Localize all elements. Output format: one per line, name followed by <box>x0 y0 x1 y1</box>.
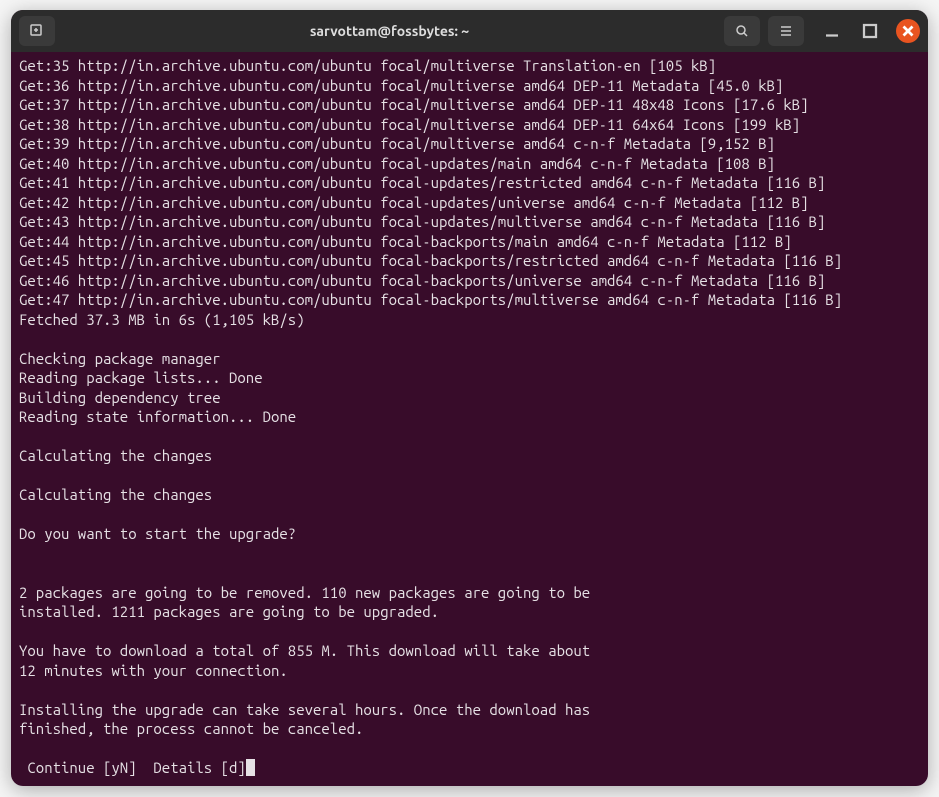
cursor <box>246 759 255 776</box>
terminal-line: Get:46 http://in.archive.ubuntu.com/ubun… <box>19 272 825 289</box>
terminal-line: Checking package manager <box>19 350 221 367</box>
terminal-line: Get:40 http://in.archive.ubuntu.com/ubun… <box>19 155 775 172</box>
terminal-line: You have to download a total of 855 M. T… <box>19 642 590 659</box>
window-controls <box>820 19 920 43</box>
terminal-line: Get:43 http://in.archive.ubuntu.com/ubun… <box>19 213 825 230</box>
menu-button[interactable] <box>768 16 804 46</box>
search-icon <box>734 23 750 39</box>
minimize-icon <box>820 19 844 43</box>
terminal-line: Get:39 http://in.archive.ubuntu.com/ubun… <box>19 135 775 152</box>
terminal-output[interactable]: Get:35 http://in.archive.ubuntu.com/ubun… <box>11 52 928 786</box>
terminal-line: Fetched 37.3 MB in 6s (1,105 kB/s) <box>19 311 305 328</box>
terminal-line: Building dependency tree <box>19 389 221 406</box>
terminal-line: 12 minutes with your connection. <box>19 662 288 679</box>
terminal-line: Get:38 http://in.archive.ubuntu.com/ubun… <box>19 116 800 133</box>
search-button[interactable] <box>724 16 760 46</box>
terminal-line: Get:45 http://in.archive.ubuntu.com/ubun… <box>19 252 842 269</box>
terminal-line: Get:36 http://in.archive.ubuntu.com/ubun… <box>19 77 783 94</box>
minimize-button[interactable] <box>820 19 844 43</box>
terminal-line: 2 packages are going to be removed. 110 … <box>19 584 590 601</box>
terminal-prompt: Continue [yN] Details [d] <box>19 759 246 776</box>
terminal-line: Installing the upgrade can take several … <box>19 701 590 718</box>
terminal-line: Get:42 http://in.archive.ubuntu.com/ubun… <box>19 194 809 211</box>
hamburger-icon <box>778 23 794 39</box>
terminal-line: Get:47 http://in.archive.ubuntu.com/ubun… <box>19 291 842 308</box>
terminal-line: Reading state information... Done <box>19 408 296 425</box>
close-button[interactable] <box>896 19 920 43</box>
terminal-line: Calculating the changes <box>19 486 212 503</box>
terminal-line: Get:41 http://in.archive.ubuntu.com/ubun… <box>19 174 825 191</box>
terminal-line: Calculating the changes <box>19 447 212 464</box>
new-tab-icon <box>29 23 45 39</box>
terminal-line: Get:35 http://in.archive.ubuntu.com/ubun… <box>19 57 716 74</box>
terminal-line: Get:37 http://in.archive.ubuntu.com/ubun… <box>19 96 809 113</box>
terminal-window: sarvottam@fossbytes: ~ <box>11 10 928 786</box>
terminal-line: Do you want to start the upgrade? <box>19 525 296 542</box>
terminal-line: installed. 1211 packages are going to be… <box>19 603 439 620</box>
titlebar: sarvottam@fossbytes: ~ <box>11 10 928 52</box>
terminal-line: Reading package lists... Done <box>19 369 263 386</box>
close-icon <box>896 19 920 43</box>
new-tab-button[interactable] <box>19 16 55 46</box>
terminal-line: finished, the process cannot be canceled… <box>19 720 363 737</box>
maximize-icon <box>858 19 882 43</box>
terminal-line: Get:44 http://in.archive.ubuntu.com/ubun… <box>19 233 792 250</box>
window-title: sarvottam@fossbytes: ~ <box>63 23 716 39</box>
maximize-button[interactable] <box>858 19 882 43</box>
